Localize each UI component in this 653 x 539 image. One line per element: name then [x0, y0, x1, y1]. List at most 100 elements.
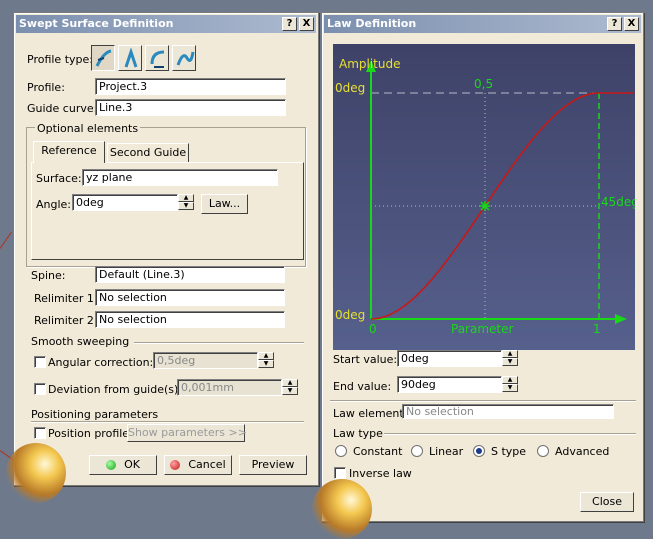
start-value-spinner[interactable]: ▲ ▼ [502, 350, 518, 367]
law-graph: Amplitude 0deg 0,5 45deg 0deg 0 Paramete… [333, 44, 635, 350]
radio-linear-label: Linear [429, 445, 464, 458]
law-separator [330, 400, 636, 402]
deviation-label: Deviation from guide(s): [48, 383, 182, 396]
viewport-line [0, 231, 12, 249]
radio-advanced[interactable] [537, 445, 549, 457]
positioning-separator [31, 421, 304, 423]
swept-title-bar[interactable]: Swept Surface Definition ? X [16, 15, 316, 33]
profile-label: Profile: [27, 81, 65, 94]
relimiter1-field[interactable]: No selection [95, 289, 285, 306]
x-end-value: 1 [593, 322, 601, 336]
spin-down-icon[interactable]: ▼ [258, 360, 274, 368]
spin-down-icon[interactable]: ▼ [502, 384, 518, 392]
swept-title: Swept Surface Definition [19, 17, 174, 30]
surface-field[interactable]: yz plane [82, 169, 278, 186]
law-close-button[interactable]: Close [580, 492, 634, 512]
spin-up-icon[interactable]: ▲ [282, 379, 298, 387]
deviation-checkbox[interactable] [34, 383, 46, 395]
bottom-left-value: 0deg [335, 308, 366, 322]
top-left-value: 0deg [335, 81, 366, 95]
conic-sweep-icon [176, 51, 195, 66]
mid-top-value: 0,5 [474, 77, 494, 91]
deviation-field[interactable]: 0,001mm [177, 379, 282, 396]
close-button[interactable]: X [299, 17, 314, 31]
angle-field[interactable]: 0deg [72, 194, 178, 211]
profile-type-conic-button[interactable] [172, 45, 196, 71]
cancel-label: Cancel [188, 458, 226, 471]
profile-type-label: Profile type: [27, 53, 93, 66]
spine-field[interactable]: Default (Line.3) [95, 266, 285, 283]
law-title: Law Definition [327, 17, 417, 30]
law-button[interactable]: Law... [201, 194, 248, 214]
tab-second-guide[interactable]: Second Guide [107, 143, 189, 163]
planet-logo [312, 479, 372, 539]
law-title-bar[interactable]: Law Definition ? X [324, 15, 641, 33]
spine-label: Spine: [31, 269, 66, 282]
relimiter2-field[interactable]: No selection [95, 311, 285, 328]
relimiter2-label: Relimiter 2: [34, 314, 98, 327]
radio-linear[interactable] [411, 445, 423, 457]
surface-label: Surface: [36, 172, 82, 185]
end-value-field[interactable]: 90deg [397, 376, 502, 393]
law-element-label: Law element: [333, 407, 408, 420]
end-value-label: End value: [333, 380, 392, 393]
close-button[interactable]: X [624, 17, 639, 31]
angular-correction-field[interactable]: 0,5deg [153, 352, 258, 369]
profile-type-line-button[interactable] [118, 45, 142, 71]
start-value-label: Start value: [333, 353, 398, 366]
spin-up-icon[interactable]: ▲ [502, 376, 518, 384]
angular-correction-checkbox[interactable] [34, 356, 46, 368]
angular-correction-spinner[interactable]: ▲ ▼ [258, 352, 274, 369]
ok-label: OK [124, 458, 140, 471]
x-axis-arrow-icon [615, 314, 627, 324]
law-type-separator [384, 433, 636, 435]
position-profile-checkbox[interactable] [34, 427, 46, 439]
s-type-curve [370, 92, 633, 320]
profile-field[interactable]: Project.3 [95, 78, 286, 95]
end-value-spinner[interactable]: ▲ ▼ [502, 376, 518, 393]
spin-up-icon[interactable]: ▲ [258, 352, 274, 360]
angular-correction-label: Angular correction: [48, 356, 154, 369]
spin-up-icon[interactable]: ▲ [502, 350, 518, 358]
relimiter1-label: Relimiter 1: [34, 292, 98, 305]
radio-constant[interactable] [335, 445, 347, 457]
line-sweep-icon [124, 48, 138, 68]
amplitude-label: Amplitude [339, 57, 401, 71]
ok-icon [106, 460, 117, 470]
inverse-law-label: Inverse law [349, 467, 412, 480]
help-button[interactable]: ? [607, 17, 622, 31]
position-profile-label: Position profile [48, 427, 130, 440]
explicit-sweep-icon [95, 49, 112, 67]
preview-button[interactable]: Preview [239, 455, 307, 475]
optional-elements-label: Optional elements [35, 122, 141, 135]
inverse-law-checkbox[interactable] [334, 467, 346, 479]
tab-reference[interactable]: Reference [33, 141, 105, 163]
spin-down-icon[interactable]: ▼ [178, 202, 194, 210]
swept-surface-dialog: Swept Surface Definition ? X Profile typ… [6, 12, 319, 503]
spin-down-icon[interactable]: ▼ [502, 358, 518, 366]
angle-spinner[interactable]: ▲ ▼ [178, 194, 194, 211]
help-button[interactable]: ? [282, 17, 297, 31]
law-type-label: Law type [333, 427, 383, 440]
profile-type-circle-button[interactable] [145, 45, 169, 71]
cancel-button[interactable]: Cancel [164, 455, 232, 475]
profile-type-explicit-button[interactable] [91, 45, 115, 71]
x-start-value: 0 [369, 322, 377, 336]
radio-s-type[interactable] [473, 445, 485, 457]
positioning-label: Positioning parameters [31, 408, 159, 421]
radio-advanced-label: Advanced [555, 445, 610, 458]
spin-down-icon[interactable]: ▼ [282, 387, 298, 395]
guide-curve-field[interactable]: Line.3 [95, 99, 286, 116]
midpoint-marker-icon [480, 201, 490, 211]
spin-up-icon[interactable]: ▲ [178, 194, 194, 202]
x-axis-label: Parameter [451, 322, 514, 336]
law-element-field[interactable]: No selection [402, 404, 614, 419]
mid-right-value: 45deg [601, 195, 635, 209]
deviation-spinner[interactable]: ▲ ▼ [282, 379, 298, 396]
smooth-sweeping-label: Smooth sweeping [31, 335, 130, 348]
show-parameters-button[interactable]: Show parameters >> [127, 424, 247, 442]
law-definition-dialog: Law Definition ? X Amplitude 0deg 0,5 45… [312, 12, 644, 539]
ok-button[interactable]: OK [89, 455, 157, 475]
start-value-field[interactable]: 0deg [397, 350, 502, 367]
cancel-icon [170, 460, 181, 470]
